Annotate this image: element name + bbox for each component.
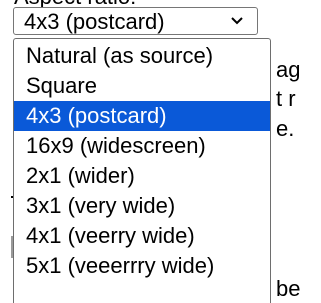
background-text-fragment: t r <box>276 86 296 111</box>
option-square[interactable]: Square <box>14 71 270 101</box>
background-text-fragment: be <box>276 276 301 301</box>
option-natural[interactable]: Natural (as source) <box>14 41 270 71</box>
option-3x1-very-wide[interactable]: 3x1 (very wide) <box>14 191 270 221</box>
option-16x9-widescreen[interactable]: 16x9 (widescreen) <box>14 131 270 161</box>
option-4x1-veerry-wide[interactable]: 4x1 (veerry wide) <box>14 221 270 251</box>
option-4x3-postcard[interactable]: 4x3 (postcard) <box>14 101 270 131</box>
aspect-ratio-dropdown-list: Natural (as source) Square 4x3 (postcard… <box>13 38 271 303</box>
select-current-value: 4x3 (postcard) <box>24 9 165 34</box>
aspect-ratio-select[interactable]: 4x3 (postcard) <box>13 7 258 35</box>
background-text-fragment: e. <box>276 116 295 141</box>
option-2x1-wider[interactable]: 2x1 (wider) <box>14 161 270 191</box>
chevron-down-icon <box>231 17 243 25</box>
background-text-fragment: ag <box>276 57 301 82</box>
option-5x1-veeerrry-wide[interactable]: 5x1 (veeerrry wide) <box>14 251 270 281</box>
